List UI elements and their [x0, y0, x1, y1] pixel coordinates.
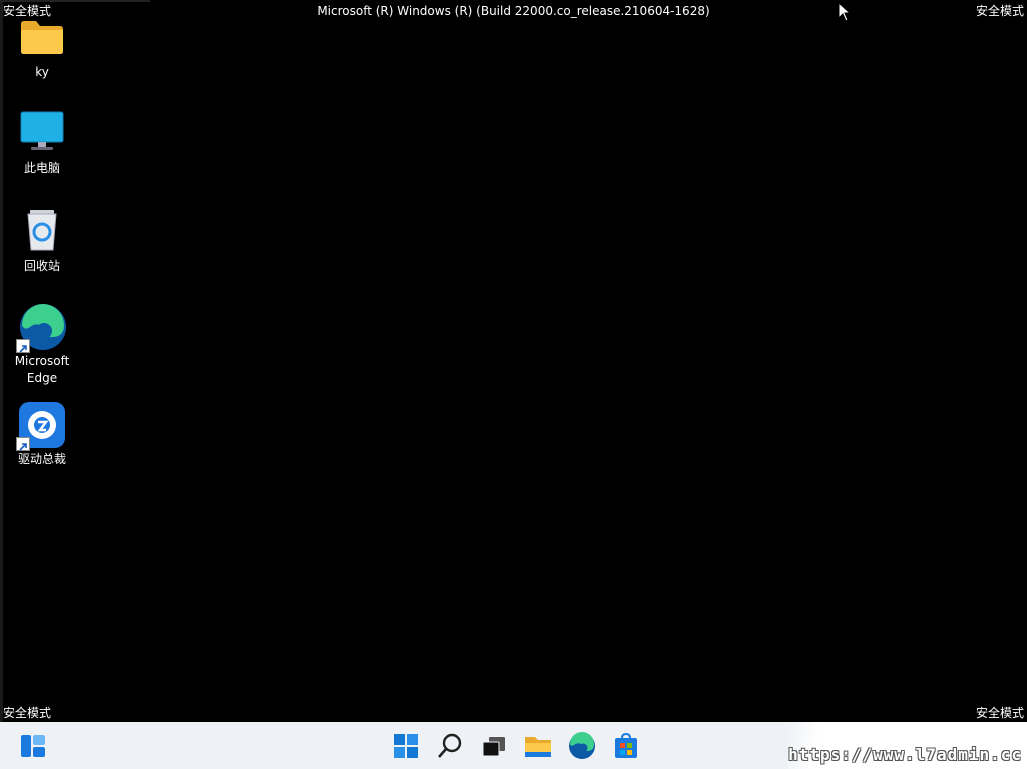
- folder-icon: [18, 14, 66, 62]
- mouse-cursor-icon: [838, 2, 852, 22]
- store-button[interactable]: [610, 730, 642, 762]
- recycle-bin-icon: [18, 208, 66, 256]
- safe-mode-label-bottom-left: 安全模式: [3, 706, 52, 720]
- desktop-icon-label: 此电脑: [23, 161, 60, 175]
- widgets-icon: [21, 735, 45, 757]
- screen-top-edge: [0, 0, 150, 2]
- screen-edge: [0, 0, 3, 722]
- desktop-icon-label: ky: [35, 65, 49, 79]
- edge-icon: [16, 303, 66, 353]
- search-button[interactable]: [434, 730, 466, 762]
- driver-tool-icon: [16, 401, 66, 451]
- file-explorer-button[interactable]: [522, 730, 554, 762]
- shortcut-arrow-icon: [16, 339, 30, 353]
- watermark-text: https://www.l7admin.cc: [788, 745, 1022, 764]
- desktop-icon-recycle-bin[interactable]: 回收站: [6, 208, 78, 275]
- safe-mode-label-bottom-right: 安全模式: [975, 706, 1024, 720]
- desktop-icon-label: Microsoft Edge: [14, 354, 70, 385]
- desktop-icon-label: 回收站: [23, 259, 60, 273]
- edge-taskbar-button[interactable]: [566, 730, 598, 762]
- edge-icon: [569, 732, 595, 759]
- monitor-icon: [18, 110, 66, 158]
- desktop-icon-ky[interactable]: ky: [6, 14, 78, 81]
- file-explorer-icon: [525, 737, 551, 757]
- task-view-button[interactable]: [478, 730, 510, 762]
- widgets-button[interactable]: [17, 730, 49, 762]
- build-string: Microsoft (R) Windows (R) (Build 22000.c…: [317, 4, 710, 18]
- store-icon: [615, 732, 637, 758]
- start-icon: [394, 734, 418, 758]
- search-icon: [438, 733, 462, 758]
- task-view-icon: [482, 737, 505, 757]
- desktop-icon-driver-tool[interactable]: 驱动总裁: [6, 401, 78, 468]
- shortcut-arrow-icon: [16, 437, 30, 451]
- desktop-icon-this-pc[interactable]: 此电脑: [6, 110, 78, 177]
- desktop-icon-label: 驱动总裁: [17, 452, 66, 466]
- desktop-icon-microsoft-edge[interactable]: Microsoft Edge: [6, 303, 78, 387]
- start-button[interactable]: [390, 730, 422, 762]
